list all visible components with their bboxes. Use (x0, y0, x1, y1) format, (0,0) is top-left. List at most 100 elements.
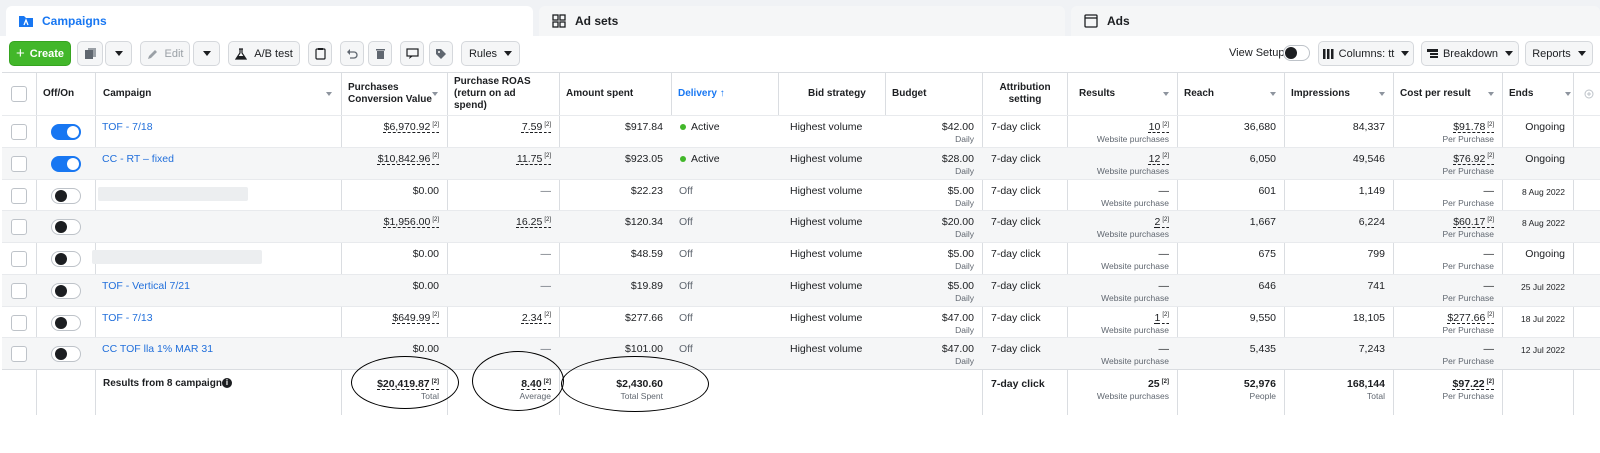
cost-per-result-sub: Per Purchase (1442, 134, 1495, 144)
tab-campaigns[interactable]: Campaigns (6, 6, 533, 36)
select-all-checkbox[interactable] (11, 73, 31, 115)
sort-cost-per-result-icon[interactable] (1488, 92, 1494, 96)
ab-test-button[interactable]: A/B test (228, 41, 300, 66)
header-ends[interactable]: Ends (1509, 73, 1569, 115)
tag-button[interactable] (429, 41, 453, 66)
row-checkbox[interactable] (11, 314, 27, 331)
create-button[interactable]: + Create (9, 41, 71, 66)
reach-cell: 6,050 (1249, 152, 1276, 165)
campaign-toggle[interactable] (51, 282, 81, 299)
tab-label: Campaigns (42, 14, 107, 28)
cost-per-result-sub: Per Purchase (1442, 324, 1495, 335)
sort-impressions-icon[interactable] (1379, 92, 1385, 96)
header-attribution-setting[interactable]: Attribution setting (983, 73, 1067, 115)
roas-cell: 11.75 [2] (516, 152, 551, 165)
header-impressions[interactable]: Impressions (1291, 73, 1381, 115)
campaign-name-link[interactable]: TOF - 7/18 (102, 121, 153, 133)
view-setup-toggle[interactable] (1283, 45, 1310, 61)
table-row[interactable]: TOF - Vertical 7/21 $0.00 — $19.89 Off Highes… (2, 273, 1600, 306)
campaign-name-link[interactable]: CC TOF lla 1% MAR 31 (102, 343, 213, 355)
table-row[interactable]: CC TOF lla 1% MAR 31 $0.00 — $101.00 Off High… (2, 337, 1600, 370)
table-row[interactable]: TOF - 7/18 $6,970.92 [2] 7.59 [2] $917.84 Acti… (2, 115, 1600, 147)
add-column-icon[interactable] (1582, 73, 1596, 115)
campaign-toggle[interactable] (51, 187, 81, 204)
duplicate-button[interactable] (77, 41, 103, 66)
row-checkbox[interactable] (11, 219, 27, 236)
delete-button[interactable] (368, 41, 392, 66)
header-purchase-roas[interactable]: Purchase ROAS (return on ad spend) (454, 73, 554, 115)
edit-button[interactable]: Edit (140, 41, 190, 66)
row-checkbox[interactable] (11, 124, 27, 140)
row-checkbox[interactable] (11, 282, 27, 299)
cost-per-result-cell: $76.92 [2] (1453, 152, 1494, 165)
clipboard-button[interactable] (308, 41, 332, 66)
undo-button[interactable] (340, 41, 364, 66)
table-row[interactable]: CC - RT – fixed $10,842.96 [2] 11.75 [2] $923… (2, 146, 1600, 179)
header-amount-spent[interactable]: Amount spent (566, 73, 666, 115)
preview-button[interactable] (400, 41, 424, 66)
sort-results-icon[interactable] (1163, 92, 1169, 96)
campaign-toggle[interactable] (51, 346, 81, 363)
ends-cell: 18 Jul 2022 (1521, 313, 1565, 324)
duplicate-dropdown-button[interactable] (105, 41, 132, 66)
attribution-cell: 7-day click (991, 343, 1041, 356)
tab-ads[interactable]: Ads (1071, 6, 1600, 36)
header-budget[interactable]: Budget (892, 73, 972, 115)
campaign-toggle[interactable] (51, 314, 81, 331)
table-row[interactable]: TOF - 7/13 $649.99 [2] 2.34 [2] $277.66 Off Hig… (2, 305, 1600, 338)
results-sub: Website purchase (1101, 324, 1169, 335)
breakdown-button[interactable]: Breakdown (1421, 41, 1519, 66)
sort-campaign-icon[interactable] (326, 92, 332, 96)
header-reach[interactable]: Reach (1184, 73, 1274, 115)
campaign-toggle[interactable] (51, 219, 81, 236)
impressions-cell: 741 (1367, 279, 1385, 292)
campaign-toggle[interactable] (51, 155, 81, 172)
chevron-down-icon (114, 51, 123, 56)
header-purchases-conversion-value[interactable]: Purchases Conversion Value (348, 73, 443, 115)
conversion-value-cell: $10,842.96 [2] (377, 152, 439, 165)
table-row[interactable]: $0.00 — $48.59 Off Highest volume $5.00 Daily 7… (2, 242, 1600, 274)
summary-row: Results from 8 campaigns i $20,419.87 [2]… (2, 369, 1600, 415)
header-campaign[interactable]: Campaign (103, 73, 333, 115)
row-checkbox[interactable] (11, 187, 27, 204)
table-row[interactable]: $1,956.00 [2] 16.25 [2] $120.34 Off Highest vo… (2, 210, 1600, 243)
edit-dropdown-button[interactable] (193, 41, 220, 66)
impressions-cell: 18,105 (1352, 311, 1385, 324)
sort-conversion-value-icon[interactable] (432, 92, 438, 96)
header-bid-strategy[interactable]: Bid strategy (808, 73, 883, 115)
reach-cell: 601 (1258, 184, 1276, 197)
trash-icon (375, 48, 385, 59)
campaign-name-link[interactable]: TOF - 7/13 (102, 312, 153, 324)
reach-cell: 646 (1258, 279, 1276, 292)
campaign-toggle[interactable] (51, 251, 81, 267)
table-row[interactable]: $0.00 — $22.23 Off Highest volume $5.00 Daily 7… (2, 178, 1600, 211)
header-cost-per-result[interactable]: Cost per result (1400, 73, 1495, 115)
sort-reach-icon[interactable] (1270, 92, 1276, 96)
amount-spent-cell: $277.66 (625, 311, 663, 324)
campaign-toggle[interactable] (51, 124, 81, 140)
bid-strategy-cell: Highest volume (790, 311, 863, 324)
sort-ends-icon[interactable] (1565, 92, 1571, 96)
reports-button[interactable]: Reports (1525, 41, 1593, 66)
campaign-name-link[interactable]: CC - RT – fixed (102, 153, 174, 165)
highlight-circle-conversion-value (351, 356, 459, 409)
cost-per-result-sub: Per Purchase (1442, 356, 1495, 367)
tab-bar: Campaigns Ad sets Ads (0, 0, 1600, 36)
campaign-name-link[interactable]: TOF - Vertical 7/21 (102, 280, 190, 292)
delivery-status: Off (679, 184, 693, 197)
header-results[interactable]: Results (1079, 73, 1159, 115)
delivery-status: Active (680, 121, 720, 133)
columns-button[interactable]: Columns: tt (1318, 41, 1414, 66)
view-setup-label: View Setup (1229, 47, 1285, 59)
header-delivery[interactable]: Delivery ↑ (678, 73, 773, 115)
budget-cell: $47.00 (941, 311, 974, 324)
row-checkbox[interactable] (11, 155, 27, 172)
header-off-on[interactable]: Off/On (43, 73, 93, 115)
info-icon[interactable]: i (222, 378, 232, 388)
tab-ad-sets[interactable]: Ad sets (539, 6, 1065, 36)
amount-spent-cell: $923.05 (625, 152, 663, 165)
rules-button[interactable]: Rules (461, 41, 520, 66)
budget-sub: Daily (955, 292, 974, 303)
row-checkbox[interactable] (11, 251, 27, 267)
row-checkbox[interactable] (11, 346, 27, 363)
